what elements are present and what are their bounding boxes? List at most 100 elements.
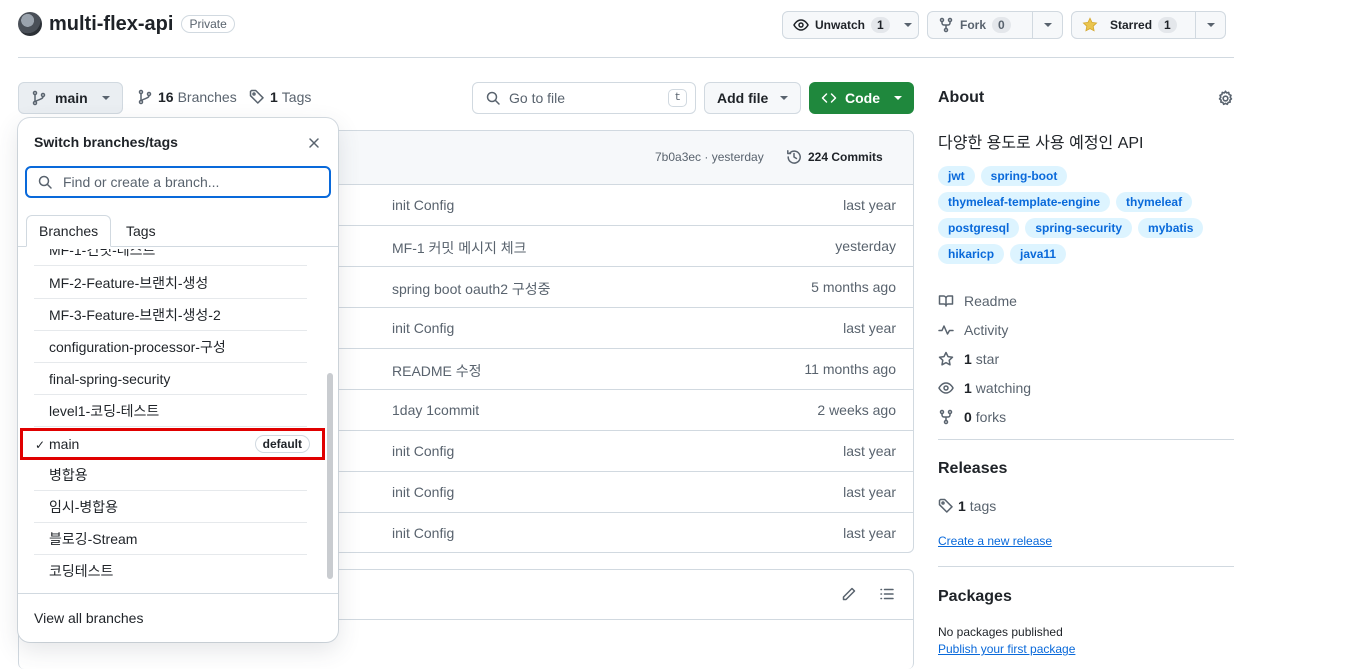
readme-link[interactable]: Readme: [938, 286, 1031, 315]
branch-search-field[interactable]: [25, 166, 331, 198]
star-dropdown-button[interactable]: [1195, 12, 1225, 38]
branch-name: level1-코딩-테스트: [49, 402, 160, 419]
chevron-down-icon: [903, 23, 912, 27]
stars-link[interactable]: 1 star: [938, 344, 1031, 373]
list-item[interactable]: 코딩테스트: [34, 555, 307, 587]
commit-message[interactable]: MF-1 커밋 메시지 체크: [392, 238, 527, 258]
add-file-label: Add file: [717, 90, 769, 106]
topic-tag[interactable]: java11: [1010, 244, 1067, 264]
topic-tag[interactable]: mybatis: [1138, 218, 1204, 238]
commit-message[interactable]: init Config: [392, 320, 454, 336]
fork-dropdown-button[interactable]: [1032, 12, 1062, 38]
commit-date: last year: [843, 525, 896, 541]
commit-message[interactable]: init Config: [392, 443, 454, 459]
go-to-file-input[interactable]: Go to file t: [472, 82, 696, 114]
branch-name: 코딩테스트: [49, 563, 114, 579]
branch-list: MF-1-컨밋-테스트 MF-2-Feature-브랜치-생성 MF-3-Fea…: [18, 249, 338, 593]
tags-label: Tags: [281, 89, 312, 105]
commit-date: yesterday: [835, 238, 896, 254]
branch-name: main: [49, 436, 80, 452]
list-item[interactable]: configuration-processor-구성: [34, 331, 307, 363]
branches-link[interactable]: 16 Branches: [137, 89, 237, 105]
unwatch-dropdown-button[interactable]: [898, 12, 918, 38]
code-button[interactable]: Code: [809, 82, 914, 114]
owner-avatar[interactable]: [18, 12, 42, 36]
publish-package-link[interactable]: Publish your first package: [938, 642, 1075, 656]
topic-tag[interactable]: spring-security: [1025, 218, 1133, 238]
commit-message[interactable]: init Config: [392, 525, 454, 541]
list-item[interactable]: MF-3-Feature-브랜치-생성-2: [34, 299, 307, 331]
activity-link[interactable]: Activity: [938, 315, 1031, 344]
list-item[interactable]: MF-2-Feature-브랜치-생성: [34, 267, 307, 299]
create-release-link[interactable]: Create a new release: [938, 534, 1052, 548]
forks-link[interactable]: 0 forks: [938, 402, 1031, 431]
topic-tag[interactable]: jwt: [938, 166, 975, 186]
pencil-icon[interactable]: [841, 586, 857, 602]
branch-name: 병합용: [49, 466, 88, 483]
dropdown-title: Switch branches/tags: [34, 134, 178, 150]
branch-icon: [32, 90, 46, 106]
activity-label: Activity: [964, 321, 1009, 338]
releases-heading[interactable]: Releases: [938, 460, 1007, 478]
close-icon[interactable]: [306, 135, 322, 151]
chevron-down-icon: [894, 96, 902, 100]
topic-tag[interactable]: postgresql: [938, 218, 1020, 238]
topic-tag[interactable]: thymeleaf: [1116, 192, 1193, 212]
list-item[interactable]: MF-1-컨밋-테스트: [34, 249, 307, 266]
unwatch-button[interactable]: Unwatch 1: [783, 12, 898, 38]
tab-tags[interactable]: Tags: [114, 215, 168, 247]
commit-hash-time[interactable]: 7b0a3ec · yesterday: [655, 150, 764, 164]
commit-message[interactable]: init Config: [392, 484, 454, 500]
commit-message[interactable]: 1day 1commit: [392, 402, 479, 418]
tags-count: 1: [270, 89, 278, 105]
starred-button[interactable]: Starred 1: [1072, 12, 1195, 38]
branch-selector-button[interactable]: main: [18, 82, 123, 114]
commit-message[interactable]: README 수정: [392, 361, 482, 381]
topic-tag[interactable]: spring-boot: [980, 166, 1068, 186]
releases-tags-link[interactable]: 1 tags: [938, 498, 996, 514]
about-links: Readme Activity 1 star 1 watching 0 fork…: [938, 286, 1031, 431]
list-item[interactable]: 임시-병합용: [34, 491, 307, 523]
list-item[interactable]: 병합용: [34, 459, 307, 491]
forks-label: forks: [975, 408, 1007, 425]
add-file-button[interactable]: Add file: [704, 82, 801, 114]
tag-icon: [938, 498, 953, 513]
branch-icon: [138, 89, 152, 105]
fork-button[interactable]: Fork 0: [928, 12, 1032, 38]
commits-link[interactable]: 224 Commits: [786, 149, 883, 165]
view-all-branches-link[interactable]: View all branches: [34, 610, 143, 626]
repo-name[interactable]: multi-flex-api: [49, 13, 173, 36]
gear-icon[interactable]: [1217, 90, 1234, 107]
dropdown-scrollbar[interactable]: [327, 373, 333, 579]
star-button-group: Starred 1: [1071, 11, 1226, 39]
unwatch-label: Unwatch: [815, 18, 866, 32]
branch-search-input[interactable]: [61, 173, 301, 191]
chevron-down-icon: [780, 96, 788, 100]
star-filled-icon: [1082, 17, 1098, 32]
list-item[interactable]: level1-코딩-테스트: [34, 395, 307, 427]
list-item[interactable]: final-spring-security: [34, 363, 307, 395]
current-branch-label: main: [55, 90, 88, 106]
stars-label: star: [975, 350, 1000, 367]
topic-tag[interactable]: hikaricp: [938, 244, 1005, 264]
list-item[interactable]: 블로깅-Stream: [34, 523, 307, 555]
watchers-link[interactable]: 1 watching: [938, 373, 1031, 402]
sidebar-divider: [938, 439, 1234, 440]
watch-counter: 1: [871, 17, 890, 33]
code-label: Code: [845, 90, 880, 106]
go-to-file-shortcut: t: [668, 89, 687, 107]
commit-message[interactable]: spring boot oauth2 구성중: [392, 279, 551, 299]
commit-message[interactable]: init Config: [392, 197, 454, 213]
forks-count: 0: [964, 408, 972, 425]
fork-counter: 0: [992, 17, 1011, 33]
fork-button-group: Fork 0: [927, 11, 1063, 39]
list-item-selected[interactable]: ✓ main default: [20, 428, 325, 460]
tags-link[interactable]: 1 Tags: [249, 89, 311, 105]
commit-date: 11 months ago: [804, 361, 896, 377]
packages-heading[interactable]: Packages: [938, 588, 1012, 606]
topic-tag[interactable]: thymeleaf-template-engine: [938, 192, 1111, 212]
commit-date: 5 months ago: [811, 279, 896, 295]
list-icon[interactable]: [879, 586, 895, 602]
about-description: 다양한 용도로 사용 예정인 API: [938, 135, 1144, 152]
tab-branches[interactable]: Branches: [26, 215, 112, 247]
